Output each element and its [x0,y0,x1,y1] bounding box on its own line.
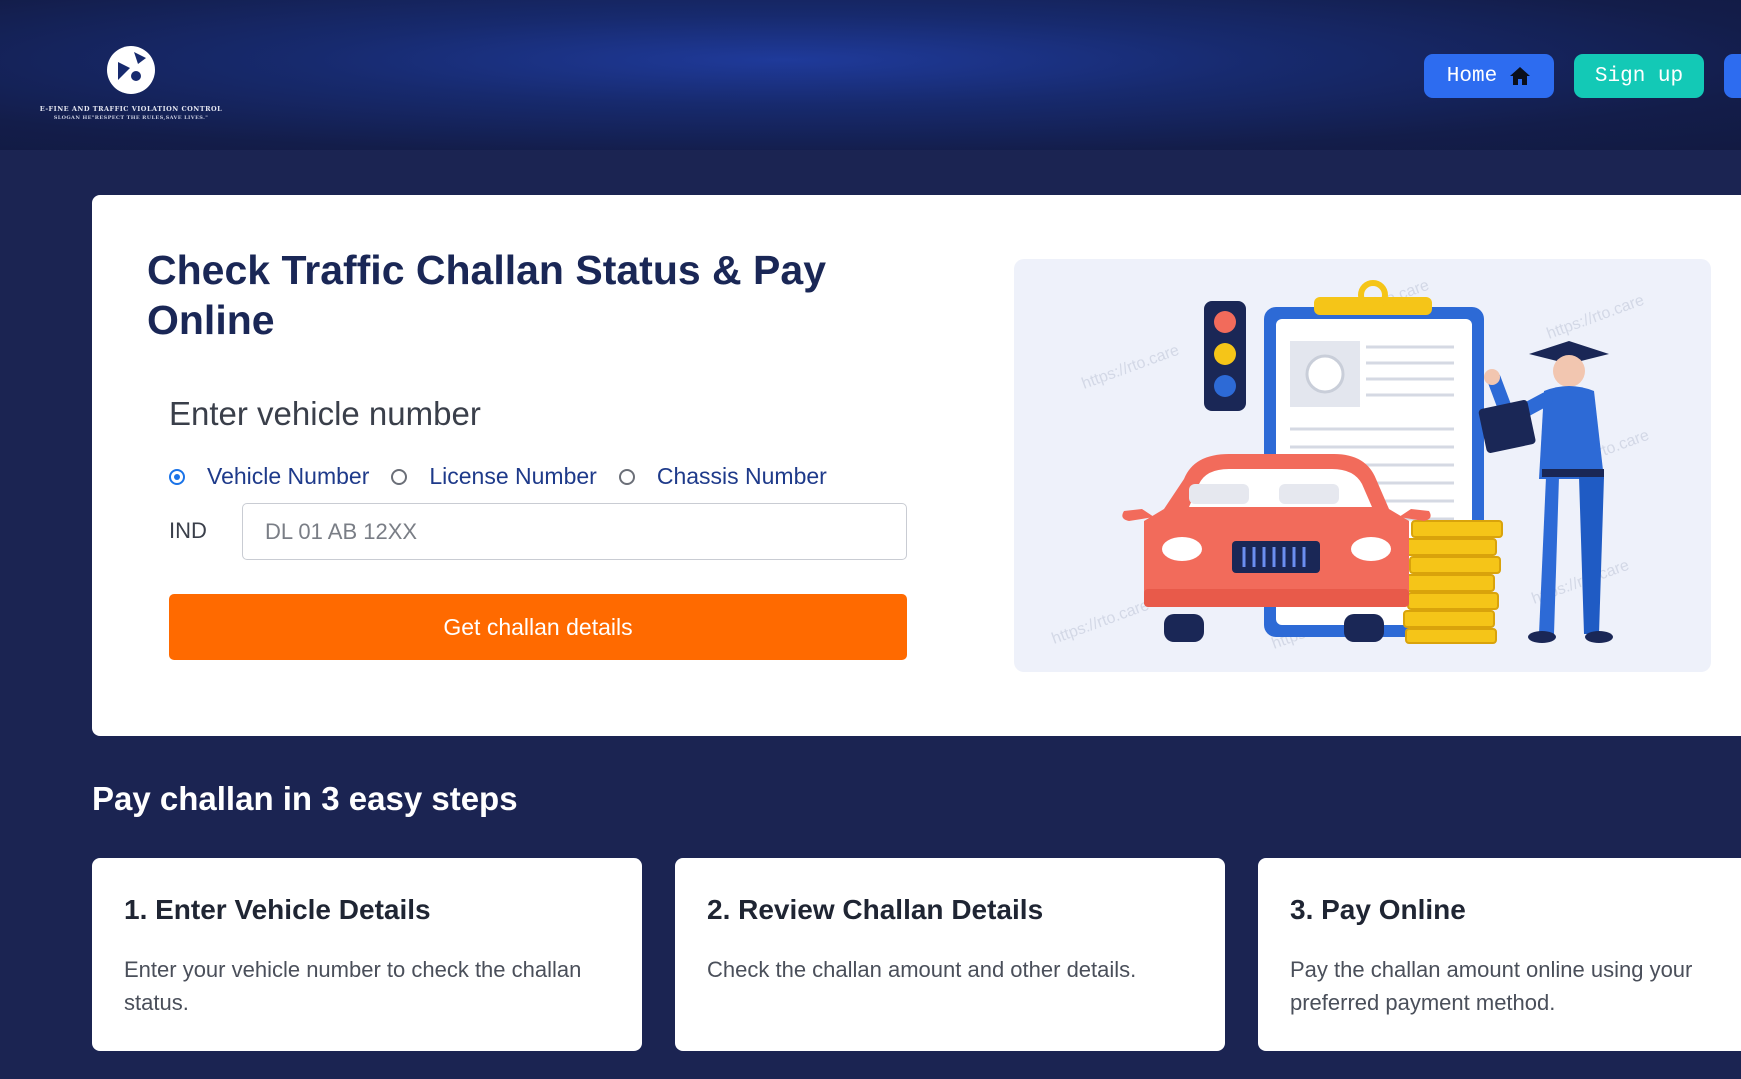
step-card-3: 3. Pay Online Pay the challan amount onl… [1258,858,1741,1051]
logo-tagline: E-FINE AND TRAFFIC VIOLATION CONTROL [39,105,223,113]
step-title: 3. Pay Online [1290,894,1466,925]
signup-button[interactable]: Sign up [1574,54,1704,98]
step-description: Check the challan amount and other detai… [707,957,1137,982]
badge-icon [1305,354,1345,394]
vehicle-number-input[interactable] [242,503,907,560]
traffic-police-illustration: https://rto.care https://rto.care https:… [1050,277,1652,653]
watermark-text: https://rto.care [1050,597,1152,648]
radio-license-number-label[interactable]: License Number [429,463,596,490]
watermark-text: https://rto.care [1080,342,1182,393]
form-heading: Enter vehicle number [169,395,481,432]
home-button-label: Home [1446,64,1498,88]
get-challan-details-button[interactable]: Get challan details [169,594,907,660]
radio-vehicle-number[interactable] [169,468,185,485]
logo-mark-icon [107,46,155,94]
step-card-1: 1. Enter Vehicle Details Enter your vehi… [92,858,642,1051]
signup-button-label: Sign up [1594,64,1684,88]
hero-illustration: https://rto.care https://rto.care https:… [1014,259,1711,672]
radio-chassis-number[interactable] [618,468,635,485]
country-prefix: IND [169,518,207,543]
logo-slogan: SLOGAN HE"RESPECT THE RULES,SAVE LIVES." [53,115,209,121]
watermark-text: https://rto.care [1545,292,1647,343]
step-title: 2. Review Challan Details [707,894,1044,925]
challan-search-card: Check Traffic Challan Status & Pay Onlin… [92,195,1741,736]
steps-section-title: Pay challan in 3 easy steps [92,780,518,817]
page-title: Check Traffic Challan Status & Pay Onlin… [147,247,827,343]
nav-extra-button[interactable] [1724,54,1741,98]
step-description: Enter your vehicle number to check the c… [124,957,582,1015]
coin-stack-icon [1403,520,1503,644]
step-title: 1. Enter Vehicle Details [124,894,431,925]
search-type-radio-group: Vehicle Number License Number Chassis Nu… [169,463,849,490]
home-button[interactable]: Home [1424,54,1554,98]
radio-chassis-number-label[interactable]: Chassis Number [657,463,827,490]
step-description: Pay the challan amount online using your… [1290,957,1693,1015]
top-header: E-FINE AND TRAFFIC VIOLATION CONTROL SLO… [0,0,1741,150]
radio-license-number[interactable] [391,468,408,485]
home-icon [1510,67,1531,85]
radio-vehicle-number-label[interactable]: Vehicle Number [207,463,369,490]
step-card-2: 2. Review Challan Details Check the chal… [675,858,1225,1051]
site-logo[interactable]: E-FINE AND TRAFFIC VIOLATION CONTROL SLO… [36,40,226,125]
